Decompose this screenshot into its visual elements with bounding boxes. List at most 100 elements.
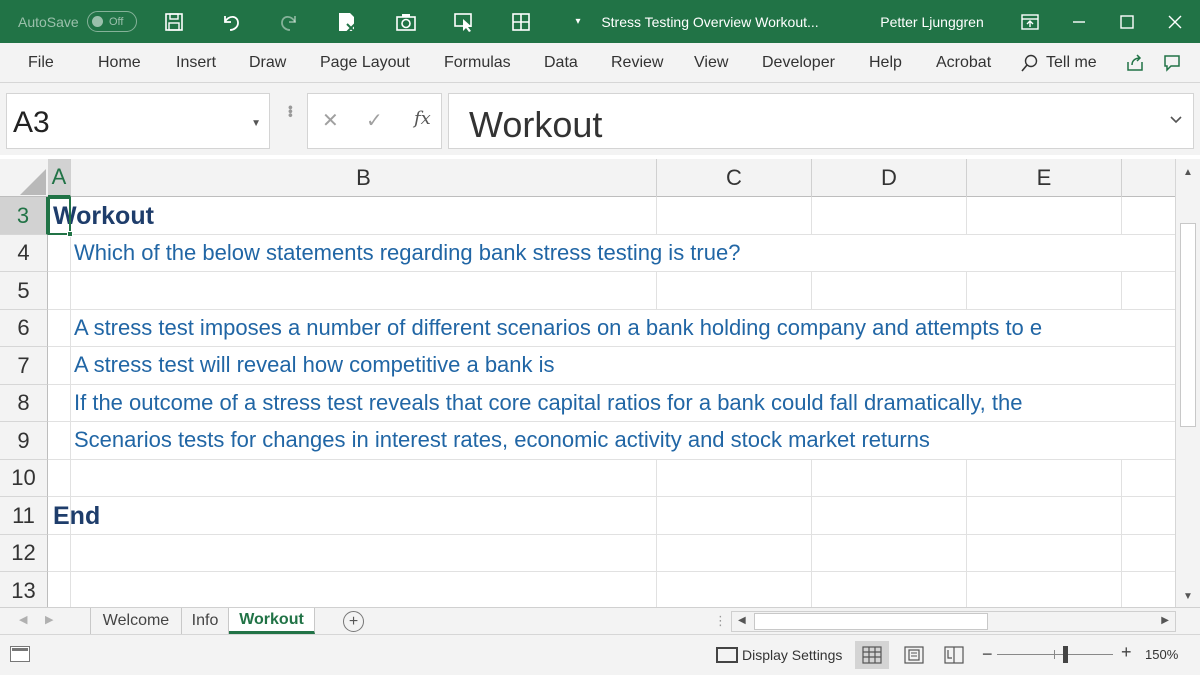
zoom-out-icon[interactable]: − (982, 644, 993, 665)
cell-b7[interactable]: A stress test will reveal how competitiv… (74, 352, 555, 378)
tell-me-search[interactable]: Tell me (1020, 43, 1097, 83)
formula-input[interactable]: Workout (448, 93, 1194, 149)
expand-formula-icon[interactable] (1169, 112, 1183, 128)
row-header-8[interactable]: 8 (0, 385, 48, 422)
row-header-6[interactable]: 6 (0, 310, 48, 347)
row-header-3[interactable]: 3 (0, 197, 48, 235)
minimize-icon[interactable] (1062, 0, 1096, 43)
display-settings-label: Display Settings (742, 647, 843, 663)
toggle-knob-icon (92, 16, 103, 27)
gridline (48, 459, 1175, 460)
formula-buttons: ✕ ✓ fx (307, 93, 442, 149)
tab-split-handle-icon[interactable]: ⋮ (714, 613, 727, 629)
save-icon[interactable] (157, 0, 191, 43)
redo-icon[interactable] (272, 0, 306, 43)
name-box[interactable]: A3 ▼ (6, 93, 270, 149)
row-header-9[interactable]: 9 (0, 422, 48, 460)
zoom-slider-thumb[interactable] (1062, 646, 1068, 663)
scroll-right-icon[interactable]: ▶ (1161, 615, 1169, 626)
tab-developer[interactable]: Developer (762, 43, 835, 83)
column-header-c[interactable]: C (657, 159, 812, 197)
chevron-down-icon[interactable]: ▼ (251, 118, 261, 129)
normal-view-icon[interactable] (855, 641, 889, 669)
page-break-icon[interactable] (330, 0, 364, 43)
column-header-e[interactable]: E (967, 159, 1122, 197)
lightbulb-search-icon (1021, 54, 1038, 72)
zoom-level[interactable]: 150% (1145, 647, 1178, 662)
scroll-down-icon[interactable]: ▼ (1183, 591, 1193, 602)
name-box-value: A3 (13, 106, 50, 139)
row-header-5[interactable]: 5 (0, 272, 48, 310)
cell-b9[interactable]: Scenarios tests for changes in interest … (74, 427, 930, 453)
add-sheet-icon[interactable]: + (343, 611, 364, 632)
monitor-icon (716, 647, 738, 663)
cell-b8[interactable]: If the outcome of a stress test reveals … (74, 390, 1023, 416)
zoom-in-icon[interactable]: + (1121, 642, 1132, 663)
scroll-left-icon[interactable]: ◀ (738, 615, 746, 626)
close-icon[interactable] (1158, 0, 1192, 43)
page-layout-view-icon[interactable] (897, 641, 931, 669)
formula-bar-area: A3 ▼ ••• ✕ ✓ fx Workout (0, 83, 1200, 155)
borders-icon[interactable] (504, 0, 538, 43)
autosave-state: Off (109, 15, 124, 28)
scroll-up-icon[interactable]: ▲ (1183, 167, 1193, 178)
autosave-toggle[interactable]: Off (87, 11, 137, 32)
cancel-icon[interactable]: ✕ (322, 108, 339, 133)
maximize-icon[interactable] (1110, 0, 1144, 43)
sheet-tab-info[interactable]: Info (182, 608, 229, 634)
display-settings-button[interactable]: Display Settings (716, 643, 842, 667)
row-header-10[interactable]: 10 (0, 460, 48, 497)
gridline (48, 271, 1175, 272)
cell-b4[interactable]: Which of the below statements regarding … (74, 240, 740, 266)
tab-formulas[interactable]: Formulas (444, 43, 511, 83)
camera-icon[interactable] (389, 0, 423, 43)
zoom-slider-track[interactable] (997, 654, 1113, 655)
cell-a11[interactable]: End (53, 502, 100, 531)
column-header-f[interactable] (1122, 159, 1175, 197)
tell-me-label: Tell me (1046, 54, 1097, 71)
insert-function-icon[interactable]: fx (414, 108, 431, 129)
tab-insert[interactable]: Insert (176, 43, 216, 83)
select-all-button[interactable] (0, 159, 48, 197)
tab-page-layout[interactable]: Page Layout (320, 43, 410, 83)
vertical-scrollbar[interactable]: ▲ ▼ (1175, 159, 1200, 607)
column-header-d[interactable]: D (812, 159, 967, 197)
row-header-12[interactable]: 12 (0, 535, 48, 572)
sheet-tab-workout[interactable]: Workout (229, 608, 315, 634)
comments-icon[interactable] (1163, 43, 1181, 83)
select-objects-icon[interactable] (447, 0, 481, 43)
page-break-preview-icon[interactable] (937, 641, 971, 669)
column-header-a[interactable]: A (48, 159, 71, 197)
horizontal-scroll-thumb[interactable] (754, 613, 988, 630)
sheet-tab-welcome[interactable]: Welcome (91, 608, 182, 634)
row-header-7[interactable]: 7 (0, 347, 48, 385)
undo-icon[interactable] (214, 0, 248, 43)
vertical-scroll-thumb[interactable] (1180, 223, 1196, 427)
tab-review[interactable]: Review (611, 43, 663, 83)
cell-b6[interactable]: A stress test imposes a number of differ… (74, 315, 1042, 341)
horizontal-scrollbar[interactable]: ◀ ▶ (731, 611, 1176, 632)
row-header-4[interactable]: 4 (0, 235, 48, 272)
tab-home[interactable]: Home (98, 43, 141, 83)
tab-help[interactable]: Help (869, 43, 902, 83)
tab-file[interactable]: File (28, 43, 54, 83)
resize-handle-icon[interactable]: ••• (283, 105, 299, 117)
spreadsheet-grid[interactable]: A B C D E 3 4 5 6 7 8 9 10 11 12 13 Work… (0, 159, 1175, 607)
tab-data[interactable]: Data (544, 43, 578, 83)
share-icon[interactable] (1126, 43, 1144, 83)
macro-recording-icon[interactable] (10, 646, 30, 662)
previous-sheet-icon[interactable]: ◀ (19, 613, 27, 626)
tab-view[interactable]: View (694, 43, 728, 83)
column-header-b[interactable]: B (71, 159, 657, 197)
ribbon-display-options-icon[interactable] (1013, 0, 1047, 43)
tab-draw[interactable]: Draw (249, 43, 286, 83)
title-bar: AutoSave Off ▾ Stress Testing Overview W… (0, 0, 1200, 43)
enter-check-icon[interactable]: ✓ (366, 108, 383, 133)
tab-acrobat[interactable]: Acrobat (936, 43, 991, 83)
user-name[interactable]: Petter Ljunggren (862, 0, 1002, 43)
fill-handle[interactable] (67, 231, 73, 237)
row-header-13[interactable]: 13 (0, 572, 48, 607)
next-sheet-icon[interactable]: ▶ (45, 613, 53, 626)
row-header-11[interactable]: 11 (0, 497, 48, 535)
ribbon-tabs: File Home Insert Draw Page Layout Formul… (0, 43, 1200, 83)
